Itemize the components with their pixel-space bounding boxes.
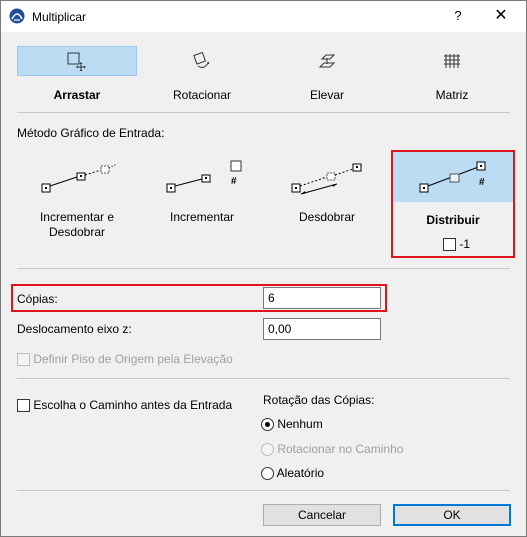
- mode-matrix-label: Matriz: [435, 88, 469, 102]
- mode-drag-button[interactable]: [17, 46, 137, 76]
- title-bar: Multiplicar ? ✕: [1, 1, 526, 32]
- method-label-line2: Desdobrar: [48, 225, 106, 239]
- mode-matrix-button[interactable]: [392, 46, 512, 76]
- close-button[interactable]: ✕: [486, 4, 516, 28]
- mode-elevate-label: Elevar: [309, 88, 344, 102]
- rotation-none-label: Nenhum: [277, 417, 323, 431]
- method-increment-unfold[interactable]: Incrementar e Desdobrar: [15, 148, 139, 254]
- path-first-label: Escolha o Caminho antes da Entrada: [33, 398, 233, 412]
- divider: [17, 490, 510, 491]
- rotation-path-radio[interactable]: [261, 443, 274, 457]
- divider: [17, 378, 510, 379]
- method-distribute-label: Distribuir: [426, 213, 480, 227]
- z-offset-input[interactable]: 0,00: [263, 318, 381, 340]
- z-offset-label: Deslocamento eixo z:: [17, 322, 132, 336]
- divider: [17, 112, 510, 113]
- method-distribute[interactable]: # Distribuir -1: [391, 150, 515, 258]
- matrix-icon: [444, 54, 460, 68]
- archicad-app-icon: [9, 8, 25, 24]
- method-label-line1: Incrementar e: [39, 210, 115, 224]
- origin-floor-label: Definir Piso de Origem pela Elevação: [33, 352, 233, 366]
- increment-icon: #: [166, 160, 242, 193]
- ok-button[interactable]: OK: [393, 504, 511, 526]
- rotation-label: Rotação das Cópias:: [263, 393, 375, 407]
- unfold-icon: [291, 163, 362, 195]
- distribute-minus-one-label: -1: [459, 237, 471, 251]
- path-first-checkbox[interactable]: [17, 399, 30, 413]
- elevate-icon: [318, 54, 336, 68]
- rotation-random-radio[interactable]: [261, 467, 274, 481]
- distribute-minus-one-option[interactable]: -1: [443, 237, 471, 252]
- rotation-random-label: Aleatório: [276, 466, 325, 480]
- method-label-line1: Desdobrar: [298, 210, 356, 224]
- distribute-minus-one-checkbox[interactable]: [443, 238, 456, 252]
- divider: [17, 268, 510, 269]
- rotation-option-path[interactable]: Rotacionar no Caminho: [261, 442, 404, 457]
- rotation-option-none[interactable]: Nenhum: [261, 417, 323, 432]
- origin-floor-checkbox[interactable]: [17, 353, 30, 367]
- svg-text:#: #: [479, 177, 485, 188]
- dialog-body: Arrastar Rotacionar Elevar Matriz Método…: [1, 32, 526, 536]
- method-section-label: Método Gráfico de Entrada:: [17, 126, 165, 140]
- copies-label: Cópias:: [17, 292, 58, 306]
- method-distribute-selection: #: [393, 152, 513, 202]
- rotation-none-radio[interactable]: [261, 418, 274, 432]
- method-increment[interactable]: # Incrementar: [140, 148, 264, 254]
- copies-input[interactable]: 6: [263, 287, 381, 309]
- svg-text:#: #: [231, 176, 237, 187]
- mode-elevate-button[interactable]: [267, 46, 387, 76]
- rotation-option-random[interactable]: Aleatório: [261, 466, 325, 481]
- path-first-option[interactable]: Escolha o Caminho antes da Entrada: [17, 398, 233, 413]
- mode-rotate-button[interactable]: [142, 46, 262, 76]
- increment-unfold-icon: [41, 163, 118, 193]
- cancel-button[interactable]: Cancelar: [263, 504, 381, 526]
- mode-rotate-label: Rotacionar: [172, 88, 232, 102]
- multiplicar-dialog: Multiplicar ? ✕ Arrastar Rotacionar Elev…: [0, 0, 527, 537]
- drag-icon: [67, 52, 86, 71]
- help-button[interactable]: ?: [443, 4, 473, 28]
- method-label-line1: Incrementar: [169, 210, 235, 224]
- mode-drag-label: Arrastar: [53, 88, 101, 102]
- rotation-path-label: Rotacionar no Caminho: [277, 442, 404, 456]
- distribute-icon: #: [419, 161, 486, 193]
- origin-floor-option[interactable]: Definir Piso de Origem pela Elevação: [17, 352, 233, 367]
- window-title: Multiplicar: [32, 10, 87, 24]
- rotate-icon: [193, 51, 210, 68]
- method-unfold[interactable]: Desdobrar: [265, 148, 389, 254]
